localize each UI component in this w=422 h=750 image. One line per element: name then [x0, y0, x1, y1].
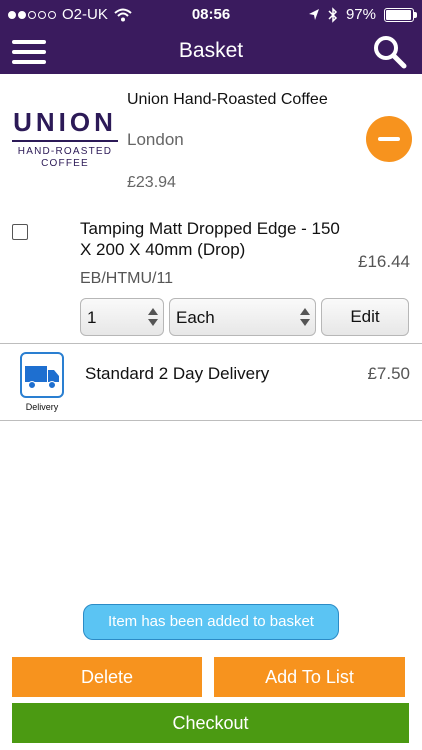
delete-button[interactable]: Delete	[12, 657, 202, 697]
logo-wordmark: UNION	[13, 107, 117, 137]
product-name: Tamping Matt Dropped Edge - 150 X 200 X …	[80, 219, 340, 259]
delivery-icon-label: Delivery	[25, 402, 59, 412]
add-to-list-button[interactable]: Add To List	[214, 657, 405, 697]
supplier-section: UNION HAND-ROASTED COFFEE Union Hand-Roa…	[0, 74, 422, 206]
edit-button[interactable]: Edit	[321, 298, 409, 336]
item-select-checkbox[interactable]	[12, 224, 28, 240]
app-header: O2-UK 08:56 97% Basket	[0, 0, 422, 74]
stepper-arrows-icon	[148, 308, 158, 326]
nav-bar: Basket	[0, 30, 422, 74]
toast-notification: Item has been added to basket	[83, 604, 339, 640]
supplier-total: £23.94	[127, 174, 176, 191]
logo-divider	[12, 140, 118, 142]
delivery-row: Delivery Standard 2 Day Delivery £7.50	[0, 344, 422, 421]
battery-level	[386, 9, 412, 20]
battery-icon	[384, 7, 417, 22]
remove-supplier-button[interactable]	[366, 116, 412, 162]
truck-icon	[25, 366, 59, 389]
delivery-icon: Delivery	[20, 352, 64, 416]
product-code: EB/HTMU/11	[80, 270, 174, 287]
quantity-select[interactable]: 1	[80, 298, 164, 336]
logo-subtitle-1: HAND-ROASTED	[17, 146, 113, 157]
basket-screen: O2-UK 08:56 97% Basket UNION HAND-ROASTE…	[0, 0, 422, 750]
bluetooth-icon	[328, 6, 338, 23]
location-arrow-icon	[308, 8, 319, 20]
status-right: 97%	[308, 6, 417, 23]
unit-select[interactable]: Each	[169, 298, 316, 336]
stepper-arrows-icon	[300, 308, 310, 326]
product-price: £16.44	[358, 252, 410, 271]
supplier-name: Union Hand-Roasted Coffee	[127, 91, 328, 108]
basket-item: Tamping Matt Dropped Edge - 150 X 200 X …	[0, 206, 422, 344]
unit-value: Each	[176, 308, 215, 327]
search-icon[interactable]	[372, 34, 408, 70]
supplier-location: London	[127, 130, 184, 149]
logo-subtitle-2: COFFEE	[41, 158, 89, 169]
checkout-button[interactable]: Checkout	[12, 703, 409, 743]
quantity-value: 1	[87, 308, 97, 327]
edit-label: Edit	[350, 307, 380, 326]
delivery-price: £7.50	[367, 364, 410, 383]
battery-percent: 97%	[345, 6, 376, 23]
delivery-name: Standard 2 Day Delivery	[85, 364, 270, 383]
supplier-logo: UNION HAND-ROASTED COFFEE	[10, 108, 120, 172]
page-title: Basket	[178, 39, 244, 62]
status-bar: O2-UK 08:56 97%	[0, 0, 422, 30]
